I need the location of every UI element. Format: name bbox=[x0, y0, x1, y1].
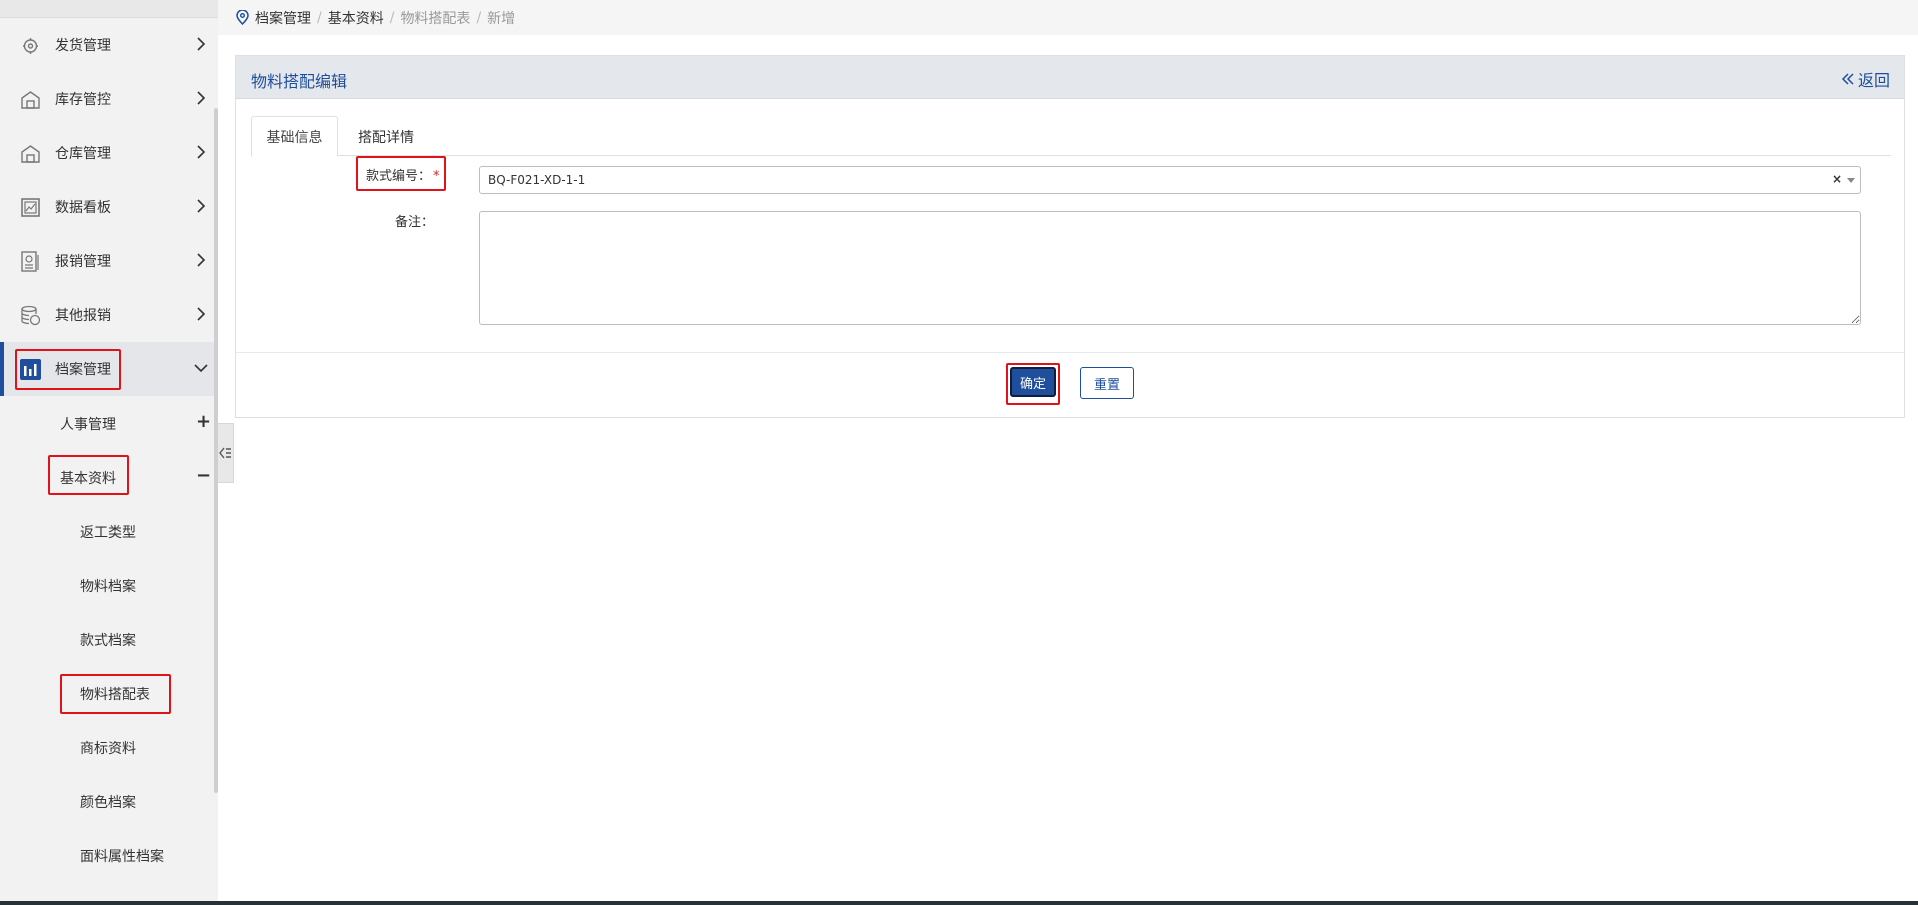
sidebar-subgroup-label: 基本资料 bbox=[60, 471, 116, 487]
sidebar-subitem-material-matching[interactable]: 物料搭配表 bbox=[0, 666, 214, 720]
warehouse-icon bbox=[21, 91, 40, 109]
breadcrumb: 档案管理 / 基本资料 / 物料搭配表 / 新增 bbox=[218, 0, 1918, 35]
remark-label: 备注： bbox=[395, 215, 435, 230]
breadcrumb-separator: / bbox=[476, 9, 482, 26]
sidebar-subitem-label: 返工类型 bbox=[80, 525, 136, 541]
sidebar-top-strip bbox=[0, 0, 218, 18]
double-chevron-left-icon bbox=[1841, 73, 1854, 85]
chevron-right-icon bbox=[197, 307, 206, 321]
sidebar-item-other-reimbursement[interactable]: 其他报销 bbox=[0, 288, 214, 342]
chevron-down-icon bbox=[194, 364, 208, 373]
tab-bar: 基础信息 搭配详情 bbox=[251, 116, 1891, 157]
sidebar-item-inventory-control[interactable]: 库存管控 bbox=[0, 72, 214, 126]
sidebar-item-label: 仓库管理 bbox=[55, 146, 111, 162]
bottom-strip bbox=[0, 901, 1918, 905]
bar-chart-icon bbox=[20, 359, 41, 380]
chevron-right-icon bbox=[197, 199, 206, 213]
tab-basic-info[interactable]: 基础信息 bbox=[251, 116, 338, 157]
breadcrumb-item[interactable]: 物料搭配表 bbox=[400, 8, 470, 28]
breadcrumb-separator: / bbox=[317, 9, 322, 26]
confirm-button[interactable]: 确定 bbox=[1010, 367, 1056, 397]
edit-panel: 物料搭配编辑 返回 基础信息 搭配详情 款式编号： * BQ-F021-XD-1-… bbox=[235, 55, 1905, 418]
sidebar-subitem-color-archive[interactable]: 颜色档案 bbox=[0, 774, 214, 828]
location-pin-icon bbox=[236, 10, 249, 25]
style-no-value: BQ-F021-XD-1-1 bbox=[488, 173, 586, 187]
sidebar-item-warehouse[interactable]: 仓库管理 bbox=[0, 126, 214, 180]
sidebar-collapse-handle[interactable] bbox=[218, 423, 234, 483]
sidebar-item-label: 库存管控 bbox=[55, 92, 111, 108]
chevron-right-icon bbox=[197, 91, 206, 105]
coins-icon bbox=[21, 305, 41, 326]
required-mark: * bbox=[433, 169, 440, 184]
sidebar-subitem-label: 款式档案 bbox=[80, 633, 136, 649]
sidebar-subitem-label: 商标资料 bbox=[80, 741, 136, 757]
tab-matching-details[interactable]: 搭配详情 bbox=[338, 116, 434, 157]
breadcrumb-item[interactable]: 基本资料 bbox=[328, 8, 384, 28]
sidebar-item-archive-management[interactable]: 档案管理 bbox=[0, 342, 214, 396]
breadcrumb-item[interactable]: 档案管理 bbox=[255, 8, 311, 28]
sidebar-subitem-label: 物料搭配表 bbox=[80, 687, 150, 703]
truck-gear-icon bbox=[23, 38, 38, 54]
sidebar-item-label: 其他报销 bbox=[55, 308, 111, 324]
sidebar-item-label: 报销管理 bbox=[55, 254, 111, 270]
sidebar-subitem-label: 面料属性档案 bbox=[80, 849, 164, 865]
sidebar-item-dashboard[interactable]: 数据看板 bbox=[0, 180, 214, 234]
panel-title: 物料搭配编辑 bbox=[251, 72, 348, 91]
warehouse-icon bbox=[21, 145, 40, 163]
chevron-right-icon bbox=[197, 253, 206, 267]
back-label: 返回 bbox=[1857, 71, 1890, 90]
sidebar-subitem-material-archive[interactable]: 物料档案 bbox=[0, 558, 214, 612]
sidebar-subitem-rework-type[interactable]: 返工类型 bbox=[0, 504, 214, 558]
sidebar-item-reimbursement[interactable]: 报销管理 bbox=[0, 234, 214, 288]
clear-selection-icon[interactable]: × bbox=[1832, 172, 1842, 186]
style-no-label: 款式编号： * bbox=[366, 165, 440, 184]
divider bbox=[236, 352, 1904, 353]
breadcrumb-separator: / bbox=[389, 9, 395, 26]
reset-button[interactable]: 重置 bbox=[1080, 367, 1134, 399]
remark-textarea[interactable] bbox=[479, 211, 1861, 325]
sidebar-subitem-label: 颜色档案 bbox=[80, 795, 136, 811]
sidebar-item-label: 发货管理 bbox=[55, 38, 111, 54]
sidebar-subitem-style-archive[interactable]: 款式档案 bbox=[0, 612, 214, 666]
sidebar-subitem-trademark[interactable]: 商标资料 bbox=[0, 720, 214, 774]
expand-plus-icon: + bbox=[196, 411, 212, 432]
sidebar-subgroup-basic-data[interactable]: 基本资料 − bbox=[0, 450, 214, 504]
sidebar-item-label: 数据看板 bbox=[55, 200, 111, 216]
sidebar-subitem-fabric-attribute[interactable]: 面料属性档案 bbox=[0, 828, 214, 882]
back-button[interactable]: 返回 bbox=[1841, 67, 1890, 91]
outdent-icon bbox=[219, 447, 231, 459]
caret-down-icon[interactable] bbox=[1847, 178, 1855, 183]
style-no-label-text: 款式编号： bbox=[366, 169, 432, 184]
chevron-right-icon bbox=[197, 145, 206, 159]
sidebar-subitem-label: 物料档案 bbox=[80, 579, 136, 595]
collapse-minus-icon: − bbox=[196, 465, 212, 486]
chevron-right-icon bbox=[197, 37, 206, 51]
panel-header: 物料搭配编辑 返回 bbox=[236, 56, 1904, 99]
chart-board-icon bbox=[21, 198, 40, 217]
breadcrumb-current: 新增 bbox=[487, 10, 516, 27]
sidebar: 发货管理 库存管控 仓库管理 数据看板 报销管理 其他报销 档案管理 人事管理 … bbox=[0, 0, 218, 905]
sidebar-subgroup-label: 人事管理 bbox=[60, 417, 116, 433]
receipt-icon bbox=[21, 251, 39, 272]
style-no-select[interactable]: BQ-F021-XD-1-1 × bbox=[479, 166, 1861, 194]
sidebar-item-shipping[interactable]: 发货管理 bbox=[0, 18, 214, 72]
sidebar-subgroup-hr[interactable]: 人事管理 + bbox=[0, 396, 214, 450]
sidebar-item-label: 档案管理 bbox=[55, 362, 111, 378]
